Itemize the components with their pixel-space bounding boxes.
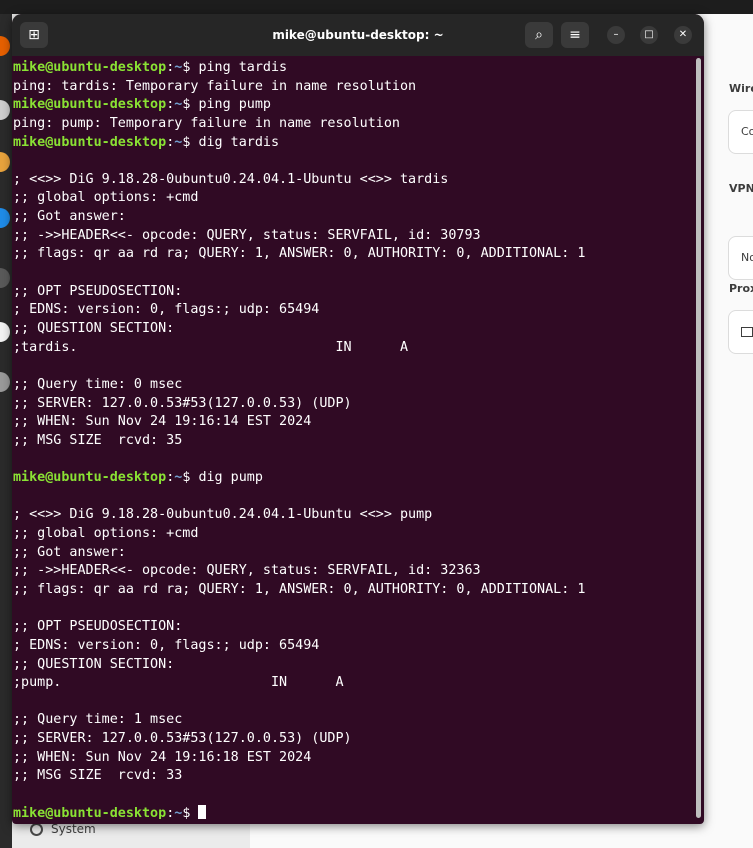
- maximize-icon: □: [644, 29, 654, 40]
- terminal-output[interactable]: mike@ubuntu-desktop:~$ ping tardis ping: …: [13, 59, 693, 819]
- command-text: dig tardis: [198, 134, 280, 150]
- output-line: ;; global options: +cmd: [13, 526, 199, 542]
- prompt-line: mike@ubuntu-desktop:~$ ping tardis: [13, 59, 693, 78]
- card-label: Co: [741, 125, 753, 138]
- section-heading-proxy: Prox: [729, 282, 753, 295]
- dock-app-rhythmbox-icon[interactable]: [0, 208, 10, 228]
- output-line: ;; flags: qr aa rd ra; QUERY: 1, ANSWER:…: [13, 581, 586, 597]
- output-line: ;; OPT PSEUDOSECTION:: [13, 619, 183, 635]
- output-line: ;pump. IN A: [13, 675, 344, 691]
- menu-button[interactable]: ≡: [561, 22, 589, 48]
- output-line: ;; Query time: 0 msec: [13, 376, 183, 392]
- prompt-user: mike@ubuntu-desktop: [13, 60, 167, 75]
- wired-connection-card[interactable]: Co: [728, 110, 753, 154]
- output-line: ping: tardis: Temporary failure in name …: [13, 78, 417, 94]
- output-line: ;tardis. IN A: [13, 339, 409, 355]
- output-line: ;; OPT PSEUDOSECTION:: [13, 283, 183, 299]
- minimize-icon: –: [613, 29, 619, 40]
- output-line: ping: pump: Temporary failure in name re…: [13, 115, 400, 131]
- hamburger-menu-icon: ≡: [569, 27, 581, 43]
- sidebar-item-label: System: [51, 822, 96, 836]
- output-line: ;; MSG SIZE rcvd: 35: [13, 432, 183, 448]
- output-line: ; <<>> DiG 9.18.28-0ubuntu0.24.04.1-Ubun…: [13, 507, 433, 523]
- dock-app-thunderbird-icon[interactable]: [0, 100, 10, 120]
- output-line: ;; Query time: 1 msec: [13, 712, 183, 728]
- card-label: No: [741, 251, 753, 264]
- prompt-line: mike@ubuntu-desktop:~$ ping pump: [13, 96, 693, 115]
- output-line: ;; WHEN: Sun Nov 24 19:16:18 EST 2024: [13, 749, 312, 765]
- section-heading-wired: Wire: [729, 82, 753, 95]
- prompt-line: mike@ubuntu-desktop:~$ dig pump: [13, 469, 693, 488]
- title-bar[interactable]: ⊞ mike@ubuntu-desktop: ~ ⌕ ≡ – □ ✕: [12, 14, 704, 56]
- top-bar: [0, 0, 753, 14]
- dock-app-help-icon[interactable]: [0, 322, 10, 342]
- output-line: ;; QUESTION SECTION:: [13, 656, 175, 672]
- search-icon: ⌕: [535, 27, 543, 43]
- output-line: ;; MSG SIZE rcvd: 33: [13, 768, 183, 784]
- maximize-button[interactable]: □: [640, 26, 658, 44]
- output-line: ;; ->>HEADER<<- opcode: QUERY, status: S…: [13, 563, 481, 579]
- gear-icon: [30, 822, 43, 836]
- prompt-symbol: $: [182, 134, 191, 150]
- command-text: ping tardis: [198, 60, 288, 75]
- output-line: ;; ->>HEADER<<- opcode: QUERY, status: S…: [13, 227, 481, 243]
- command-text: dig pump: [198, 470, 263, 486]
- output-line: ;; global options: +cmd: [13, 190, 199, 206]
- prompt-user: mike@ubuntu-desktop: [13, 470, 167, 486]
- prompt-symbol: $: [182, 805, 191, 819]
- window-title: mike@ubuntu-desktop: ~: [272, 28, 444, 42]
- prompt-symbol: $: [182, 97, 191, 113]
- minimize-button[interactable]: –: [607, 26, 625, 44]
- output-line: ;; Got answer:: [13, 209, 126, 225]
- scrollbar[interactable]: [696, 58, 701, 818]
- close-icon: ✕: [678, 29, 688, 40]
- dock: [0, 14, 12, 848]
- dock-app-settings-icon[interactable]: [0, 372, 10, 392]
- output-line: ;; SERVER: 127.0.0.53#53(127.0.0.53) (UD…: [13, 395, 352, 411]
- output-line: ;; Got answer:: [13, 544, 126, 560]
- output-line: ; EDNS: version: 0, flags:; udp: 65494: [13, 302, 320, 318]
- close-button[interactable]: ✕: [674, 26, 692, 44]
- output-line: ; <<>> DiG 9.18.28-0ubuntu0.24.04.1-Ubun…: [13, 171, 449, 187]
- prompt-user: mike@ubuntu-desktop: [13, 134, 167, 150]
- output-line: ;; SERVER: 127.0.0.53#53(127.0.0.53) (UD…: [13, 731, 352, 747]
- prompt-line: mike@ubuntu-desktop:~$ dig tardis: [13, 134, 693, 153]
- sidebar-item-system[interactable]: System: [30, 822, 96, 836]
- terminal-window[interactable]: ⊞ mike@ubuntu-desktop: ~ ⌕ ≡ – □ ✕ mike@…: [12, 14, 704, 824]
- output-line: ; EDNS: version: 0, flags:; udp: 65494: [13, 637, 320, 653]
- output-line: ;; QUESTION SECTION:: [13, 320, 175, 336]
- dock-app-firefox-icon[interactable]: [0, 36, 10, 56]
- dock-app-files-icon[interactable]: [0, 152, 10, 172]
- prompt-symbol: $: [182, 470, 191, 486]
- output-line: ;; flags: qr aa rd ra; QUERY: 1, ANSWER:…: [13, 246, 586, 262]
- prompt-user: mike@ubuntu-desktop: [13, 97, 167, 113]
- text-cursor: [198, 804, 207, 819]
- prompt-line: mike@ubuntu-desktop:~$: [13, 804, 693, 819]
- search-button[interactable]: ⌕: [525, 22, 553, 48]
- dock-app-terminal-icon[interactable]: [0, 268, 10, 288]
- command-text: ping pump: [198, 97, 271, 113]
- network-proxy-icon: [741, 327, 753, 337]
- section-heading-vpn: VPN: [729, 182, 753, 195]
- prompt-user: mike@ubuntu-desktop: [13, 805, 167, 819]
- prompt-symbol: $: [182, 60, 191, 75]
- vpn-card[interactable]: No: [728, 236, 753, 280]
- output-line: ;; WHEN: Sun Nov 24 19:16:14 EST 2024: [13, 414, 312, 430]
- proxy-card[interactable]: [728, 310, 753, 354]
